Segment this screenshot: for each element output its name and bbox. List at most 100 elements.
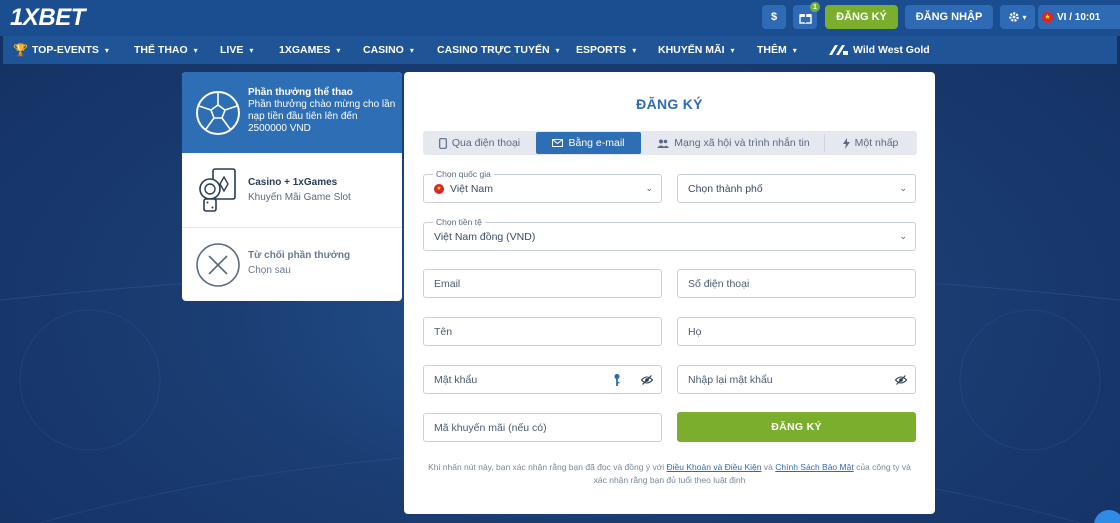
- nav-wild-west-gold[interactable]: Wild West Gold: [827, 36, 930, 64]
- disclaimer-text: Khi nhấn nút này, bạn xác nhận rằng bạn …: [428, 462, 665, 472]
- tab-label: Một nhấp: [854, 137, 899, 149]
- nav-promotions[interactable]: KHUYẾN MÃI ▾: [658, 36, 735, 64]
- country-value: ★ Việt Nam: [434, 183, 493, 195]
- nav-live[interactable]: LIVE ▾: [220, 36, 253, 64]
- promo-code-field[interactable]: Mã khuyến mãi (nếu có): [423, 413, 662, 442]
- nav-label: CASINO TRỰC TUYẾN: [437, 44, 550, 56]
- gift-icon: [798, 13, 812, 24]
- soccer-ball-icon: [196, 91, 240, 135]
- promo-code-placeholder: Mã khuyến mãi (nếu có): [434, 421, 547, 434]
- form-title: ĐĂNG KÝ: [636, 96, 703, 112]
- key-icon[interactable]: [613, 373, 621, 387]
- chevron-down-icon: ⌄: [645, 183, 653, 193]
- bonus-text: Casino + 1xGames Khuyến Mãi Game Slot: [248, 177, 396, 204]
- disclaimer-text: và: [763, 462, 773, 472]
- bonus-option-decline[interactable]: Từ chối phần thưởng Chọn sau: [182, 228, 402, 301]
- chevron-down-icon: ▾: [249, 45, 254, 55]
- users-icon: [657, 139, 670, 148]
- nav-sports[interactable]: THỂ THAO ▾: [134, 36, 198, 64]
- country-select-label: Chọn quốc gia: [433, 169, 494, 179]
- bonus-option-casino[interactable]: Casino + 1xGames Khuyến Mãi Game Slot: [182, 153, 402, 227]
- chevron-down-icon: ▾: [193, 45, 198, 55]
- nav-top-events[interactable]: 🏆 TOP-EVENTS ▾: [13, 36, 109, 64]
- privacy-link[interactable]: Chính Sách Bảo Mật: [775, 462, 853, 472]
- email-field[interactable]: Email: [423, 269, 662, 298]
- close-icon: [196, 243, 240, 287]
- trophy-icon: 🏆: [13, 43, 28, 57]
- chevron-down-icon: ▾: [1022, 12, 1027, 22]
- chevron-down-icon: ⌄: [899, 183, 907, 193]
- tab-social[interactable]: Mạng xã hội và trình nhắn tin: [643, 132, 824, 154]
- vietnam-flag-icon: ★: [1042, 11, 1053, 23]
- language-time-label: VI / 10:01: [1057, 11, 1101, 23]
- tab-label: Qua điện thoại: [451, 137, 521, 149]
- tab-phone[interactable]: Qua điện thoại: [425, 132, 534, 154]
- first-name-placeholder: Tên: [434, 325, 453, 338]
- last-name-field[interactable]: Họ: [677, 317, 916, 346]
- currency-select-label: Chọn tiền tệ: [433, 217, 485, 227]
- nav-label: LIVE: [220, 44, 244, 56]
- chevron-down-icon: ▾: [104, 45, 109, 55]
- password-repeat-field[interactable]: Nhập lại mật khẩu: [677, 365, 916, 394]
- vietnam-flag-icon: ★: [434, 183, 444, 194]
- email-placeholder: Email: [434, 277, 461, 290]
- nav-more[interactable]: THÊM ▾: [757, 36, 797, 64]
- city-placeholder: Chọn thành phố: [688, 182, 763, 195]
- eye-icon[interactable]: [641, 374, 653, 386]
- first-name-field[interactable]: Tên: [423, 317, 662, 346]
- city-select[interactable]: Chọn thành phố ⌄: [677, 174, 916, 203]
- chevron-down-icon: ⌄: [899, 231, 907, 241]
- bonus-title: Casino + 1xGames: [248, 177, 338, 188]
- country-select[interactable]: Chọn quốc gia ★ Việt Nam ⌄: [423, 169, 662, 203]
- bonus-description: Chọn sau: [248, 265, 291, 276]
- nav-label: TOP-EVENTS: [31, 44, 99, 56]
- header-register-button[interactable]: ĐĂNG KÝ: [825, 5, 898, 29]
- eye-icon[interactable]: [895, 374, 907, 386]
- nav-label: THỂ THAO: [134, 44, 188, 56]
- phone-icon: [438, 137, 447, 149]
- nav-casino[interactable]: CASINO ▾: [363, 36, 414, 64]
- gift-count-badge: 1: [810, 2, 820, 12]
- bonus-option-sports[interactable]: Phần thưởng thể thao Phần thưởng chào mừ…: [182, 72, 402, 153]
- currency-select[interactable]: Chọn tiền tệ Việt Nam đồng (VND) ⌄: [423, 217, 916, 251]
- phone-field[interactable]: Số điện thoại: [677, 269, 916, 298]
- bonus-title: Từ chối phần thưởng: [248, 250, 351, 261]
- casino-chip-dice-icon: [199, 168, 236, 212]
- envelope-icon: [552, 139, 564, 147]
- tab-divider: [824, 134, 825, 152]
- registration-form: ĐĂNG KÝ Qua điện thoại Bằng e-mail Mạng …: [404, 72, 935, 514]
- nav-live-casino[interactable]: CASINO TRỰC TUYẾN ▾: [437, 36, 560, 64]
- tab-one-click[interactable]: Một nhấp: [826, 132, 915, 154]
- country-value-text: Việt Nam: [450, 182, 493, 195]
- password-field[interactable]: Mật khẩu: [423, 365, 662, 394]
- chevron-down-icon: ▾: [409, 45, 414, 55]
- tab-label: Mạng xã hội và trình nhắn tin: [674, 137, 810, 149]
- password-placeholder: Mật khẩu: [434, 373, 478, 386]
- gift-button[interactable]: 1: [793, 2, 820, 29]
- nav-label: THÊM: [757, 44, 787, 56]
- bonus-text: Phần thưởng thể thao Phần thưởng chào mừ…: [248, 87, 396, 135]
- nav-esports[interactable]: ESPORTS ▾: [576, 36, 636, 64]
- settings-button[interactable]: ▾: [1000, 5, 1035, 29]
- bonus-title: Phần thưởng thể thao: [248, 87, 353, 98]
- nav-label: 1XGAMES: [279, 44, 331, 56]
- tab-email[interactable]: Bằng e-mail: [536, 132, 641, 154]
- nav-label: ESPORTS: [576, 44, 627, 56]
- bonus-text: Từ chối phần thưởng Chọn sau: [248, 250, 396, 277]
- nav-1xgames[interactable]: 1XGAMES ▾: [279, 36, 340, 64]
- chevron-down-icon: ▾: [336, 45, 341, 55]
- terms-link[interactable]: Điều Khoản và Điều Kiện: [667, 462, 762, 472]
- nav-label: KHUYẾN MÃI: [658, 44, 725, 56]
- register-submit-button[interactable]: ĐĂNG KÝ: [677, 412, 916, 442]
- header-login-button[interactable]: ĐĂNG NHẬP: [905, 5, 993, 29]
- lightning-icon: [842, 137, 850, 149]
- chevron-down-icon: ▾: [792, 45, 797, 55]
- deposit-button[interactable]: $: [762, 5, 786, 29]
- language-time-selector[interactable]: ★ VI / 10:01: [1038, 5, 1120, 29]
- site-logo[interactable]: 1XBET: [10, 5, 85, 31]
- password-repeat-placeholder: Nhập lại mật khẩu: [688, 373, 773, 386]
- chevron-down-icon: ▾: [555, 45, 560, 55]
- bonus-description: Phần thưởng chào mừng cho lần nạp tiền đ…: [248, 99, 396, 134]
- main-navigation: 🏆 TOP-EVENTS ▾ THỂ THAO ▾ LIVE ▾ 1XGAMES…: [3, 36, 1117, 64]
- currency-value: Việt Nam đồng (VND): [434, 230, 536, 243]
